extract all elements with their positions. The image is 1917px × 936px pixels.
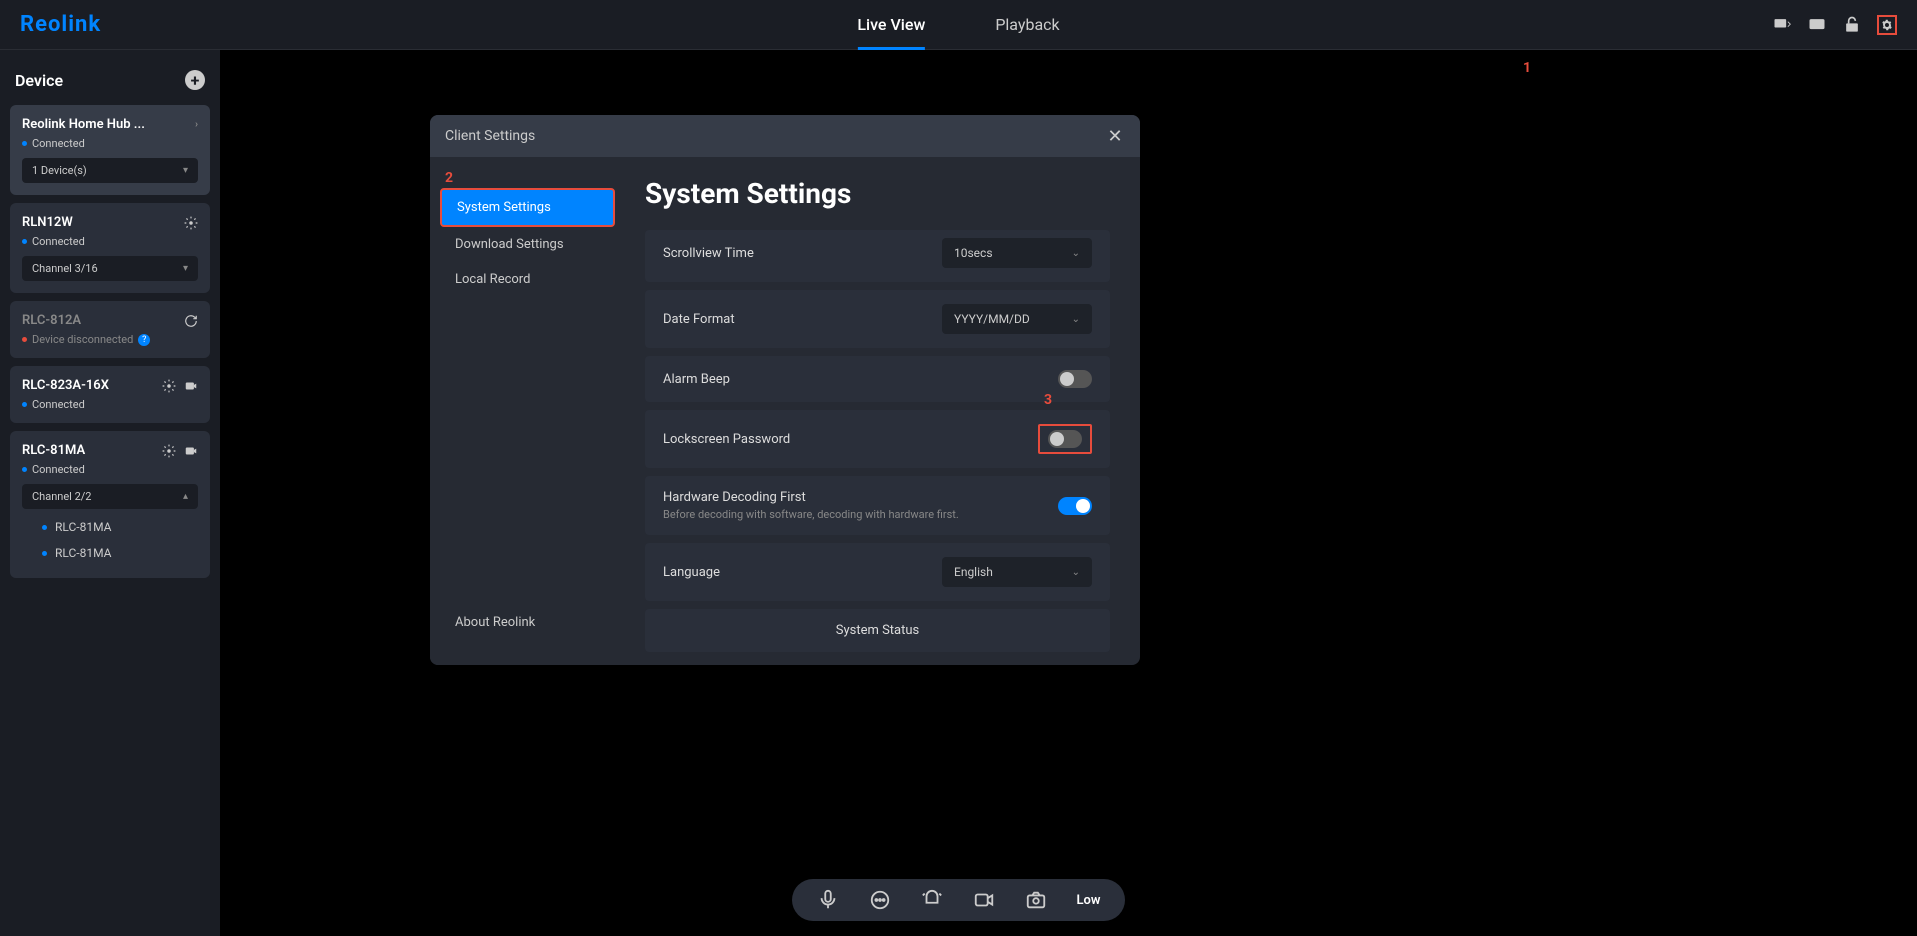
chevron-up-icon: ▴ [183, 491, 188, 502]
content-heading: System Settings [645, 177, 1110, 210]
dropdown-value: 10secs [954, 246, 993, 260]
messages-icon[interactable] [1807, 15, 1827, 35]
device-card-rlc812a[interactable]: RLC-812A Device disconnected ? [10, 301, 210, 358]
date-format-dropdown[interactable]: YYYY/MM/DD ⌄ [942, 304, 1092, 334]
chevron-down-icon: ▾ [183, 263, 188, 274]
language-dropdown[interactable]: English ⌄ [942, 557, 1092, 587]
setting-label: Alarm Beep [663, 372, 730, 387]
device-status: Device disconnected ? [22, 333, 198, 346]
device-name-label: RLN12W [22, 215, 73, 230]
scrollview-dropdown[interactable]: 10secs ⌄ [942, 238, 1092, 268]
add-device-button[interactable]: + [185, 70, 205, 90]
help-icon[interactable]: ? [138, 334, 150, 346]
modal-body: 2 System Settings Download Settings Loca… [430, 157, 1140, 665]
dropdown-value: YYYY/MM/DD [954, 312, 1030, 326]
device-card-rlc823a[interactable]: RLC-823A-16X Connected [10, 366, 210, 423]
device-name-label: RLC-812A [22, 313, 81, 328]
setting-scrollview: Scrollview Time 10secs ⌄ [645, 230, 1110, 282]
device-card-rln12w[interactable]: RLN12W Connected Channel 3/16 ▾ [10, 203, 210, 293]
channel-item[interactable]: RLC-81MA [22, 540, 198, 566]
tab-live-view[interactable]: Live View [847, 0, 935, 50]
modal-sidebar: 2 System Settings Download Settings Loca… [430, 157, 625, 665]
setting-date-format: Date Format YYYY/MM/DD ⌄ [645, 290, 1110, 348]
channel-label: 1 Device(s) [32, 164, 87, 177]
channel-select[interactable]: 1 Device(s) ▾ [22, 158, 198, 183]
chevron-down-icon: ⌄ [1072, 248, 1080, 259]
setting-label: Date Format [663, 312, 735, 327]
chevron-right-icon: › [195, 119, 198, 130]
setting-label: Language [663, 565, 720, 580]
lockscreen-highlight [1038, 424, 1092, 454]
gear-icon[interactable] [162, 444, 176, 458]
system-status-button[interactable]: System Status [645, 609, 1110, 652]
alarm-beep-toggle[interactable] [1058, 370, 1092, 388]
lock-icon[interactable] [1842, 15, 1862, 35]
device-status: Connected [22, 137, 198, 150]
setting-label: Lockscreen Password [663, 432, 790, 447]
annotation-2: 2 [445, 170, 640, 186]
logo: Reolink [20, 12, 101, 37]
device-card-rlc81ma[interactable]: RLC-81MA Connected Channel 2/2 ▴ RLC-81M… [10, 431, 210, 578]
header-icons [1772, 15, 1897, 35]
chevron-down-icon: ⌄ [1072, 567, 1080, 578]
camera-icon[interactable] [184, 379, 198, 393]
setting-language: Language English ⌄ [645, 543, 1110, 601]
channel-label: Channel 2/2 [32, 490, 92, 503]
hardware-decoding-toggle[interactable] [1058, 497, 1092, 515]
device-status: Connected [22, 235, 198, 248]
quality-selector[interactable]: Low [1077, 893, 1101, 908]
modal-content: System Settings Scrollview Time 10secs ⌄… [625, 157, 1140, 665]
setting-hardware-decoding: Hardware Decoding First Before decoding … [645, 476, 1110, 535]
app-header: Reolink Live View Playback [0, 0, 1917, 50]
add-device-icon[interactable] [1772, 15, 1792, 35]
chat-icon[interactable] [869, 889, 891, 911]
record-icon[interactable] [973, 889, 995, 911]
refresh-icon[interactable] [184, 314, 198, 328]
setting-alarm-beep: Alarm Beep [645, 356, 1110, 402]
device-sidebar: Device + Reolink Home Hub ... › Connecte… [0, 50, 220, 936]
setting-sublabel: Before decoding with software, decoding … [663, 508, 959, 521]
channel-label: Channel 3/16 [32, 262, 98, 275]
gear-icon[interactable] [184, 216, 198, 230]
about-link[interactable]: About Reolink [430, 605, 625, 650]
gear-icon[interactable] [162, 379, 176, 393]
close-button[interactable]: ✕ [1105, 126, 1125, 146]
channel-item[interactable]: RLC-81MA [22, 514, 198, 540]
chevron-down-icon: ▾ [183, 165, 188, 176]
sidebar-header: Device + [10, 60, 210, 105]
modal-title: Client Settings [445, 128, 535, 144]
alarm-icon[interactable] [921, 889, 943, 911]
device-status: Connected [22, 398, 198, 411]
chevron-down-icon: ⌄ [1072, 314, 1080, 325]
camera-icon[interactable] [184, 444, 198, 458]
channel-list: RLC-81MA RLC-81MA [22, 514, 198, 566]
nav-download-settings[interactable]: Download Settings [430, 227, 625, 262]
sidebar-title: Device [15, 71, 63, 90]
setting-label: Hardware Decoding First [663, 490, 959, 505]
setting-label: Scrollview Time [663, 246, 754, 261]
client-settings-modal: Client Settings ✕ 2 System Settings Down… [430, 115, 1140, 665]
nav-local-record[interactable]: Local Record [430, 262, 625, 297]
device-card-home-hub[interactable]: Reolink Home Hub ... › Connected 1 Devic… [10, 105, 210, 195]
device-name-label: RLC-823A-16X [22, 378, 109, 393]
settings-icon[interactable] [1877, 15, 1897, 35]
channel-select[interactable]: Channel 2/2 ▴ [22, 484, 198, 509]
snapshot-icon[interactable] [1025, 889, 1047, 911]
annotation-3: 3 [1044, 392, 1052, 408]
annotation-1: 1 [1523, 60, 1531, 76]
device-status: Connected [22, 463, 198, 476]
dropdown-value: English [954, 565, 993, 579]
device-name-label: Reolink Home Hub ... [22, 117, 145, 132]
channel-select[interactable]: Channel 3/16 ▾ [22, 256, 198, 281]
device-name-label: RLC-81MA [22, 443, 85, 458]
nav-system-settings[interactable]: System Settings [440, 188, 615, 227]
bottom-toolbar: Low [792, 879, 1126, 921]
setting-lockscreen: Lockscreen Password [645, 410, 1110, 468]
nav-tabs: Live View Playback [847, 0, 1069, 50]
modal-header: Client Settings ✕ [430, 115, 1140, 157]
mic-icon[interactable] [817, 889, 839, 911]
tab-playback[interactable]: Playback [985, 0, 1069, 50]
lockscreen-toggle[interactable] [1048, 430, 1082, 448]
